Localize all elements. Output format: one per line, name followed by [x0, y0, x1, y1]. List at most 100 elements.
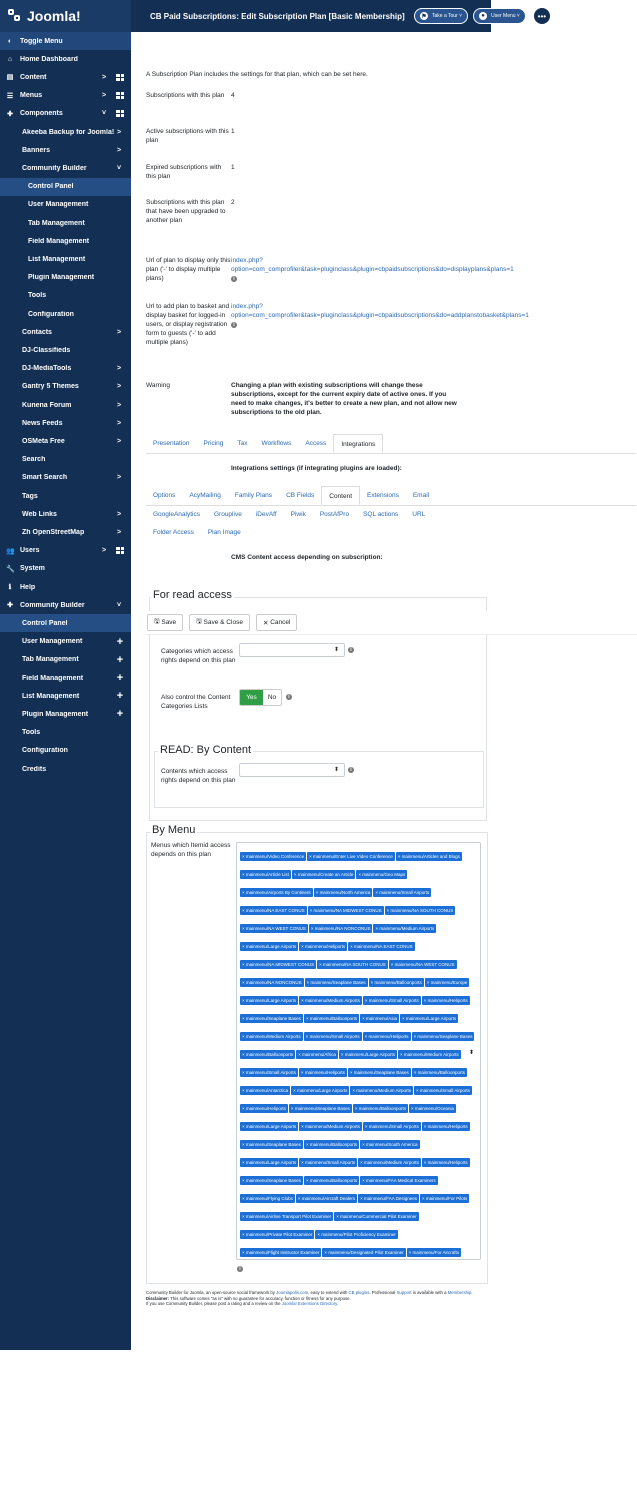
sidebar-item[interactable]: ✚ Components ˅ — [0, 105, 131, 123]
sidebar-item[interactable]: List Management — [0, 250, 131, 268]
sidebar-item[interactable]: Tools — [0, 724, 131, 742]
sidebar-item[interactable]: Zh OpenStreetMap > — [0, 523, 131, 541]
chevron-right-icon[interactable]: > — [114, 147, 124, 154]
tab[interactable]: URL — [405, 505, 432, 524]
menu-tag[interactable]: × mainmenu/Medium Airports — [299, 996, 362, 1005]
url-display-link[interactable]: index.php? option=com_comprofiler&task=pl… — [231, 257, 514, 273]
menu-tag[interactable]: × mainmenu/Large Airports — [240, 996, 299, 1005]
plus-icon[interactable]: + — [115, 672, 125, 684]
sidebar-item[interactable]: Field Management + — [0, 669, 131, 687]
info-icon[interactable]: i — [348, 647, 354, 653]
menu-tag[interactable]: × mainmenu/Europe — [424, 978, 470, 987]
menu-tag[interactable]: × mainmenu/Balloonports — [240, 1050, 296, 1059]
menu-tag[interactable]: × mainmenu/Seaplane Bases — [288, 1104, 352, 1113]
sidebar-item[interactable]: Akeeba Backup for Joomla!™ > — [0, 123, 131, 141]
menu-tag[interactable]: × mainmenu/NA NONCONUS — [308, 924, 373, 933]
control-lists-toggle[interactable]: Yes No — [239, 689, 282, 706]
sidebar-item[interactable]: Web Links > — [0, 505, 131, 523]
menu-tag[interactable]: × mainmenu/Aircraft Dealers — [295, 1194, 358, 1203]
chevron-down-icon[interactable]: ˅ — [114, 165, 124, 172]
menu-tag[interactable]: × mainmenu/NA NONCONUS — [240, 978, 304, 987]
support-link[interactable]: Support — [397, 1290, 412, 1295]
tab[interactable]: Extensions — [360, 486, 406, 505]
menu-tag[interactable]: × mainmenu/NA MIDWEST CONUS — [307, 906, 384, 915]
take-a-tour-button[interactable]: ⚑ Take a Tour ˅ — [414, 8, 469, 24]
menu-tag[interactable]: × mainmenu/Heliports — [421, 1158, 470, 1167]
info-icon[interactable]: i — [231, 276, 237, 282]
joomla-logo[interactable]: Joomla! — [0, 0, 131, 32]
menu-tag[interactable]: × mainmenu/Balloonports — [303, 1176, 360, 1185]
menus-multiselect[interactable]: × mainmenu/Video Conference × mainmenu/En… — [236, 842, 481, 1260]
menu-tag[interactable]: × mainmenu/Medium Airports — [398, 1050, 461, 1059]
info-icon[interactable]: i — [237, 1266, 243, 1272]
dashboard-grid-icon[interactable] — [116, 73, 124, 81]
tab[interactable]: CB Fields — [279, 486, 321, 505]
tab[interactable]: Content — [321, 486, 361, 505]
menu-tag[interactable]: × mainmenu/Airports By Continent — [240, 888, 313, 897]
menu-tag[interactable]: × mainmenu/Designated Pilot Examiner — [322, 1248, 406, 1257]
tab[interactable]: AcyMailing — [182, 486, 227, 505]
sidebar-item[interactable]: Search — [0, 451, 131, 469]
chevron-right-icon[interactable]: > — [114, 383, 124, 390]
tab[interactable]: Tax — [230, 434, 254, 453]
chevron-right-icon[interactable]: > — [114, 329, 124, 336]
sidebar-item[interactable]: Tools — [0, 287, 131, 305]
sidebar-item[interactable]: DJ-Classifieds — [0, 341, 131, 359]
yes-option[interactable]: Yes — [240, 690, 263, 705]
tab[interactable]: iDevAff — [249, 505, 284, 524]
menu-tag[interactable]: × mainmenu/Airline Transport Pilot Exami… — [240, 1212, 334, 1221]
menu-tag[interactable]: × mainmenu/For Pilots — [420, 1194, 470, 1203]
sidebar-item[interactable]: Tab Management + — [0, 651, 131, 669]
plus-icon[interactable]: + — [115, 708, 125, 720]
sidebar-item[interactable]: ℹ Help — [0, 578, 131, 596]
chevron-right-icon[interactable]: > — [114, 438, 124, 445]
menu-tag[interactable]: × mainmenu/Balloonports — [303, 1140, 360, 1149]
menu-tag[interactable]: × mainmenu/NA EAST CONUS — [240, 906, 307, 915]
menu-tag[interactable]: × mainmenu/NA EAST CONUS — [348, 942, 415, 951]
menu-tag[interactable]: × mainmenu/Large Airports — [240, 1122, 299, 1131]
menu-tag[interactable]: × mainmenu/Asia — [360, 1014, 400, 1023]
menu-tag[interactable]: × mainmenu/Flight Instructor Examiner — [240, 1248, 322, 1257]
menu-tag[interactable]: × mainmenu/Small Airports — [240, 1068, 298, 1077]
menu-tag[interactable]: × mainmenu/NA SOUTH CONUS — [317, 960, 388, 969]
sidebar-item[interactable]: OSMeta Free > — [0, 432, 131, 450]
menu-tag[interactable]: × mainmenu/Seaplane Bases — [347, 1068, 411, 1077]
dashboard-grid-icon[interactable] — [116, 92, 124, 100]
sidebar-item[interactable]: Gantry 5 Themes > — [0, 378, 131, 396]
menu-tag[interactable]: × mainmenu/NA SOUTH CONUS — [384, 906, 456, 915]
tab[interactable]: Family Plans — [228, 486, 279, 505]
user-menu-button[interactable]: ● User Menu ˅ — [473, 8, 526, 24]
menu-tag[interactable]: × mainmenu/Pilot Proficiency Examiner — [315, 1230, 398, 1239]
sidebar-item[interactable]: User Management — [0, 196, 131, 214]
tab[interactable]: GoogleAnalytics — [146, 505, 207, 524]
sidebar-item[interactable]: DJ-MediaTools > — [0, 360, 131, 378]
tab[interactable]: Integrations — [333, 434, 384, 453]
contents-select[interactable]: ⬍ — [239, 763, 345, 777]
dashboard-grid-icon[interactable] — [116, 110, 124, 118]
menu-tag[interactable]: × mainmenu/South America — [360, 1140, 420, 1149]
dashboard-grid-icon[interactable] — [116, 547, 124, 555]
sidebar-item[interactable]: ◐ Toggle Menu — [0, 32, 131, 50]
sidebar-item[interactable]: Plugin Management + — [0, 705, 131, 723]
sidebar-item[interactable]: Tags — [0, 487, 131, 505]
menu-tag[interactable]: × mainmenu/Large Airports — [240, 942, 299, 951]
tab[interactable]: Plan Image — [201, 523, 248, 542]
menu-tag[interactable]: × mainmenu/Small Airports — [373, 888, 432, 897]
sidebar-item[interactable]: 👥 Users > — [0, 542, 131, 560]
sidebar-item[interactable]: Credits — [0, 760, 131, 778]
info-icon[interactable]: i — [286, 694, 292, 700]
menu-tag[interactable]: × mainmenu/North America — [313, 888, 373, 897]
menu-tag[interactable]: × mainmenu/Small Airports — [362, 996, 421, 1005]
sidebar-item[interactable]: User Management + — [0, 633, 131, 651]
menu-tag[interactable]: × mainmenu/Heliports — [362, 1032, 411, 1041]
menu-tag[interactable]: × mainmenu/Small Airports — [303, 1032, 362, 1041]
menu-tag[interactable]: × mainmenu/Large Airports — [400, 1014, 459, 1023]
menu-tag[interactable]: × mainmenu/Seaplane Bases — [240, 1140, 303, 1149]
menu-tag[interactable]: × mainmenu/Articles and Blogs — [395, 852, 462, 861]
sidebar-item[interactable]: Field Management — [0, 232, 131, 250]
sidebar-item[interactable]: Smart Search > — [0, 469, 131, 487]
url-basket-link[interactable]: index.php? option=com_comprofiler&task=pl… — [231, 303, 529, 319]
more-icon[interactable]: ••• — [533, 8, 550, 24]
menu-tag[interactable]: × mainmenu/For Aircrafts — [406, 1248, 462, 1257]
plus-icon[interactable]: + — [115, 690, 125, 702]
